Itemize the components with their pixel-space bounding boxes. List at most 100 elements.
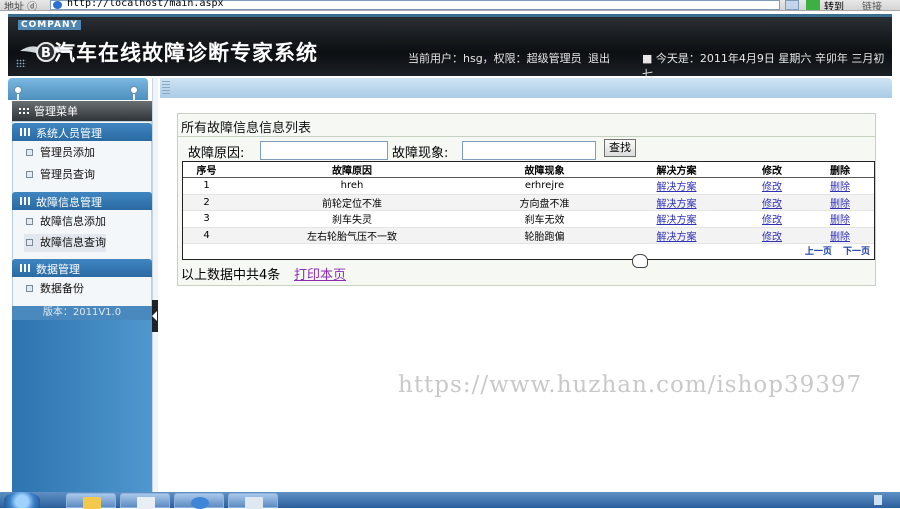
group-data-management[interactable]: 数据管理 (12, 259, 152, 277)
sidebar-item-fault-add[interactable]: 故障信息添加 (24, 213, 106, 231)
column-header: 删除 (806, 162, 874, 178)
menu-header: 管理菜单 (12, 101, 152, 121)
phenomenon-label: 故障现象: (392, 146, 449, 161)
cell-phenomenon: 刹车无效 (474, 210, 615, 228)
edit-link[interactable]: 修改 (762, 215, 782, 226)
group-icon (20, 197, 31, 205)
solution-link[interactable]: 解决方案 (657, 182, 697, 193)
phenomenon-input[interactable] (462, 141, 596, 160)
pager: 上一页 下一页 (797, 244, 870, 257)
folder-icon (83, 497, 101, 509)
search-button[interactable]: 查找 (604, 139, 636, 157)
go-button[interactable]: 转到 (824, 0, 844, 10)
house-icon (137, 497, 155, 509)
prev-page-link[interactable]: 上一页 (805, 247, 832, 257)
group-label: 数据管理 (36, 263, 80, 276)
group-label: 系统人员管理 (36, 127, 102, 140)
sidebar-lower-fill (12, 320, 152, 492)
taskbar-app[interactable] (228, 493, 278, 509)
page-icon (26, 171, 33, 178)
sidebar: 管理菜单 系统人员管理 管理员添加 管理员查询 故障信息管理 故障信息添加 故障… (8, 78, 158, 492)
page-icon (26, 285, 33, 292)
company-badge: COMPANY (18, 20, 81, 30)
fault-table: 序号 故障原因 故障现象 解决方案 修改 删除 1 hreh erhrejre … (182, 161, 875, 260)
column-header: 故障原因 (230, 162, 474, 178)
solution-link[interactable]: 解决方案 (657, 232, 697, 243)
page-icon (26, 239, 33, 246)
sidebar-item-label: 管理员查询 (40, 168, 95, 181)
hand-cursor-icon (632, 254, 648, 268)
cell-reason: 刹车失灵 (230, 210, 474, 228)
links-button[interactable]: 链接 (862, 0, 882, 10)
table-header-row: 序号 故障原因 故障现象 解决方案 修改 删除 (183, 162, 874, 178)
sidebar-top-bar (8, 78, 148, 100)
group-label: 故障信息管理 (36, 196, 102, 209)
delete-link[interactable]: 删除 (830, 232, 850, 243)
cell-reason: hreh (230, 177, 474, 195)
pin-icon (14, 86, 22, 102)
tray-icon[interactable] (874, 495, 882, 505)
watermark-text: https://www.huzhan.com/ishop39397 (398, 372, 863, 398)
address-url[interactable]: http://localhost/main.aspx (67, 0, 224, 9)
solution-link[interactable]: 解决方案 (657, 215, 697, 226)
solution-link[interactable]: 解决方案 (657, 199, 697, 210)
sidebar-item-admin-query[interactable]: 管理员查询 (24, 166, 95, 184)
page-icon (26, 149, 33, 156)
taskbar (0, 492, 900, 509)
ie-page-icon (53, 1, 62, 9)
grip-icon (162, 81, 170, 95)
sidebar-item-label: 数据备份 (40, 282, 84, 295)
cell-reason: 左右轮胎气压不一致 (230, 227, 474, 244)
taskbar-app[interactable] (120, 493, 170, 509)
edit-link[interactable]: 修改 (762, 232, 782, 243)
decor-dots-icon (16, 59, 26, 67)
sidebar-item-admin-add[interactable]: 管理员添加 (24, 144, 95, 162)
table-row: 1 hreh erhrejre 解决方案 修改 删除 (183, 177, 874, 195)
delete-link[interactable]: 删除 (830, 199, 850, 210)
reason-input[interactable] (260, 141, 388, 160)
logout-link[interactable]: 退出 (588, 50, 610, 66)
sidebar-item-label: 管理员添加 (40, 146, 95, 159)
sidebar-item-fault-query[interactable]: 故障信息查询 (24, 234, 106, 252)
main-top-bar (160, 78, 892, 98)
collapse-sidebar-icon[interactable] (152, 300, 158, 332)
cell-phenomenon: 方向盘不准 (474, 194, 615, 211)
delete-link[interactable]: 删除 (830, 182, 850, 193)
edit-link[interactable]: 修改 (762, 182, 782, 193)
fault-list-panel: 所有故障信息信息列表 故障原因: 故障现象: 查找 序号 故障原因 故障现象 解… (177, 113, 876, 286)
start-button[interactable] (4, 492, 40, 508)
taskbar-app[interactable] (174, 493, 224, 509)
table-row: 3 刹车失灵 刹车无效 解决方案 修改 删除 (183, 210, 874, 228)
globe-icon (191, 497, 209, 509)
page-icon (26, 218, 33, 225)
print-page-link[interactable]: 打印本页 (294, 264, 346, 283)
address-dropdown-icon[interactable] (785, 0, 799, 10)
sidebar-splitter[interactable] (152, 78, 158, 492)
svg-text:B: B (41, 46, 51, 61)
taskbar-explorer[interactable] (66, 493, 116, 509)
panel-title: 所有故障信息信息列表 (181, 121, 312, 136)
divider (178, 136, 875, 137)
group-staff-management[interactable]: 系统人员管理 (12, 123, 152, 141)
sidebar-item-data-backup[interactable]: 数据备份 (24, 280, 84, 298)
column-header: 修改 (738, 162, 806, 178)
cell-reason: 前轮定位不准 (230, 194, 474, 211)
delete-link[interactable]: 删除 (830, 215, 850, 226)
group-icon (20, 128, 31, 136)
group-fault-management[interactable]: 故障信息管理 (12, 192, 152, 210)
window-icon (245, 497, 263, 509)
go-arrow-icon[interactable] (806, 0, 820, 10)
sidebar-item-label: 故障信息查询 (40, 236, 106, 249)
reason-label: 故障原因: (188, 146, 245, 161)
current-user-info: 当前用户：hsg，权限：超级管理员 (408, 52, 582, 65)
address-field[interactable]: http://localhost/main.aspx (50, 0, 780, 10)
table-row: 4 左右轮胎气压不一致 轮胎跑偏 解决方案 修改 删除 (183, 227, 874, 244)
next-page-link[interactable]: 下一页 (843, 247, 870, 257)
grid-icon (18, 107, 30, 116)
sidebar-item-label: 故障信息添加 (40, 215, 106, 228)
app-title: 汽车在线故障诊断专家系统 (54, 41, 318, 65)
edit-link[interactable]: 修改 (762, 199, 782, 210)
table-row: 2 前轮定位不准 方向盘不准 解决方案 修改 删除 (183, 194, 874, 211)
column-header: 解决方案 (615, 162, 738, 178)
cell-no: 4 (183, 227, 230, 244)
